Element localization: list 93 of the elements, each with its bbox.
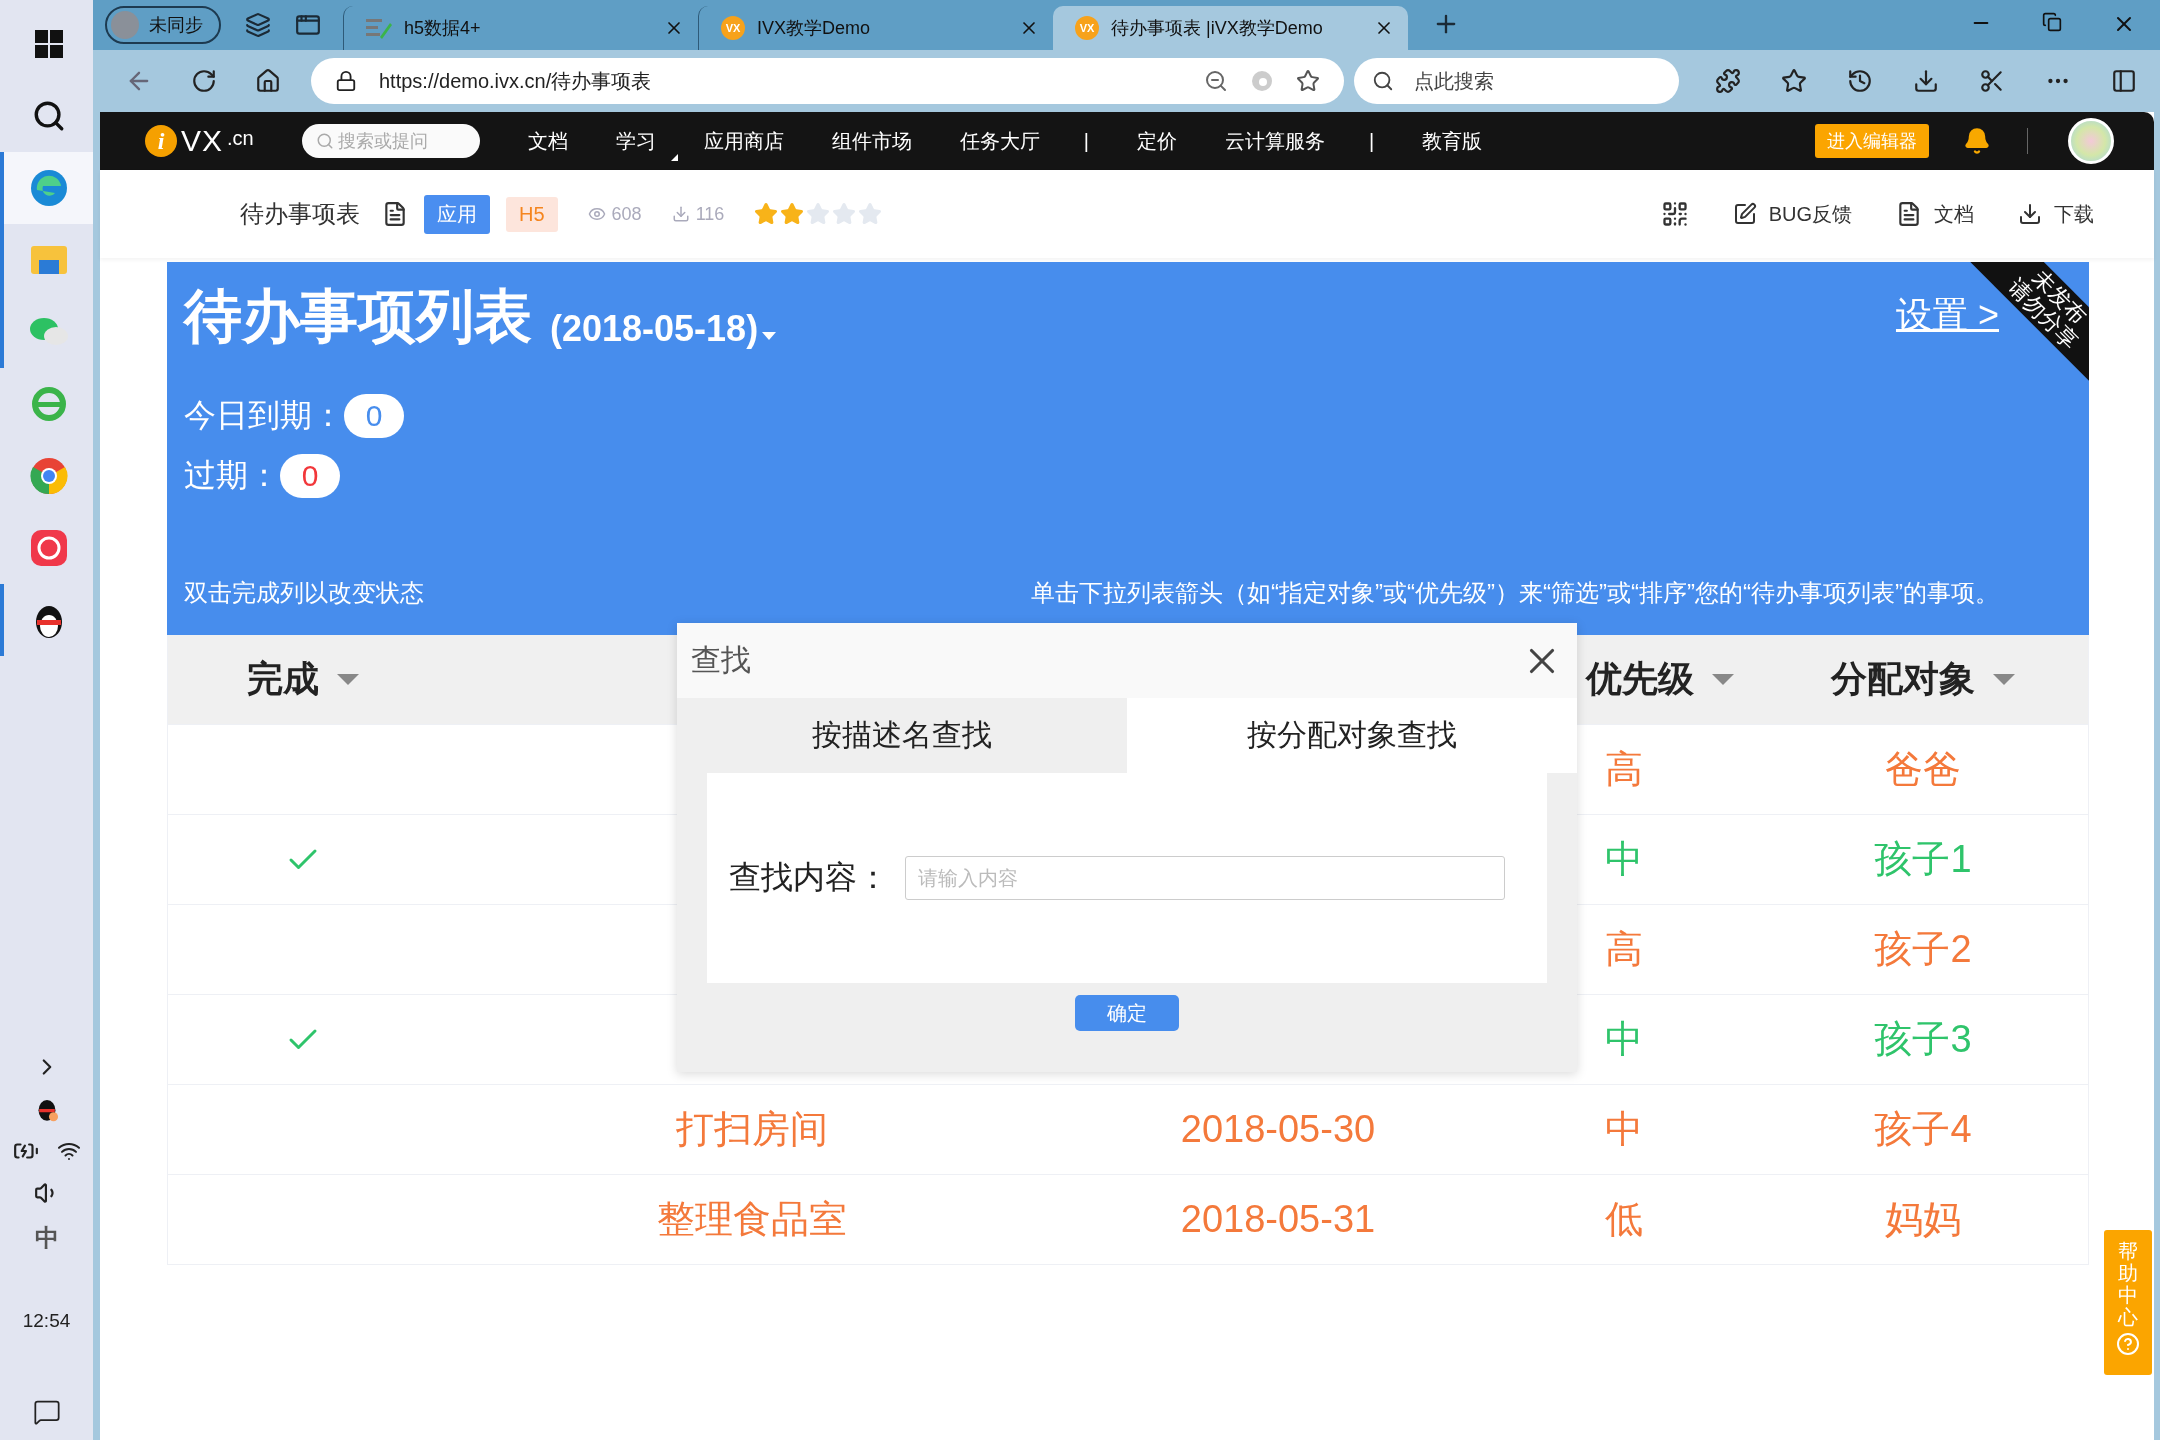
table-cell-text: 妈妈 — [1884, 1197, 1962, 1242]
tab-actions-icon[interactable] — [295, 12, 321, 38]
nav-link[interactable]: 文档 — [527, 127, 568, 155]
lock-icon — [335, 70, 357, 92]
table-cell-text: 2018-05-30 — [1179, 1108, 1377, 1151]
chrome-icon[interactable] — [28, 456, 69, 496]
collections-icon[interactable] — [245, 12, 271, 38]
nav-link[interactable]: 应用商店 — [703, 127, 784, 155]
avatar-icon — [111, 11, 139, 39]
table-cell-text: 2018-05-31 — [1179, 1198, 1377, 1241]
sidebar-icon[interactable] — [2111, 68, 2137, 94]
tag-label: H5 — [506, 196, 558, 232]
browser-tab[interactable]: VX 待办事项表 |iVX教学Demo — [1053, 6, 1408, 50]
nav-link[interactable]: 组件市场 — [831, 127, 912, 155]
table-cell-text: 中 — [1604, 1017, 1644, 1062]
download-icon[interactable] — [1913, 68, 1939, 94]
table-cell-text: 爸爸 — [1884, 747, 1962, 792]
table-cell-text: 低 — [1604, 1197, 1644, 1242]
nav-link[interactable]: 任务大厅 — [959, 127, 1040, 155]
download-count: 116 — [671, 203, 725, 225]
browser-app-icon[interactable] — [28, 168, 69, 208]
extensions-icon[interactable] — [1715, 68, 1741, 94]
clock[interactable]: 12:54 — [22, 1310, 71, 1332]
table-cell-text: 孩子2 — [1873, 927, 1973, 972]
toolbar-link[interactable]: BUG反馈 — [1732, 200, 1852, 228]
counter-label: 过期： — [184, 456, 280, 495]
edit-icon — [1732, 202, 1757, 226]
document-icon — [1896, 201, 1922, 227]
toolbar-link[interactable]: 文档 — [1896, 200, 1974, 228]
qr-code-icon[interactable] — [1660, 200, 1689, 228]
dialog-tab[interactable]: 按分配对象查找 — [1127, 698, 1577, 773]
logo-suffix[interactable]: .cn — [227, 127, 254, 150]
search-input[interactable]: 请输入内容 — [905, 856, 1505, 900]
app-title: 待办事项表 — [240, 199, 360, 229]
dialog-title: 查找 — [691, 642, 751, 678]
download-icon — [671, 205, 690, 223]
count-badge: 0 — [344, 394, 404, 438]
history-icon[interactable] — [1847, 68, 1873, 94]
table-cell-text: 孩子3 — [1873, 1017, 1973, 1062]
hint-text: 单击下拉列表箭头（如“指定对象”或“优先级”）来“筛选”或“排序”您的“待办事项列表”的事项。 — [1031, 578, 1999, 608]
favorite-star-icon[interactable] — [1296, 69, 1320, 93]
nav-separator: | — [1368, 129, 1375, 153]
notification-icon[interactable] — [32, 1398, 61, 1426]
count-badge: 0 — [280, 454, 340, 498]
input-method-indicator[interactable]: 中 — [34, 1222, 59, 1254]
sheet-icon — [366, 17, 392, 39]
help-icon — [2116, 1332, 2140, 1356]
toolbar-link[interactable]: 下载 — [2018, 200, 2094, 228]
table-cell-text: 中 — [1604, 837, 1644, 882]
address-bar[interactable]: https://demo.ivx.cn/待办事项表 — [311, 58, 1344, 104]
table-cell-text: 高 — [1604, 927, 1644, 972]
counter-label: 今日到期： — [184, 396, 344, 435]
home-icon[interactable] — [255, 68, 281, 94]
vx-logo-icon: VX — [721, 16, 745, 40]
nav-link[interactable]: 教育版 — [1422, 127, 1483, 155]
vx-logo-icon: VX — [1075, 16, 1099, 40]
field-label: 查找内容： — [729, 858, 889, 897]
restore-icon[interactable] — [2042, 12, 2062, 32]
zoom-out-icon[interactable] — [1204, 69, 1228, 93]
windows-start-icon[interactable] — [34, 30, 63, 58]
table-cell-text: 孩子4 — [1873, 1107, 1973, 1152]
view-count: 608 — [587, 203, 642, 225]
document-icon[interactable] — [382, 201, 408, 227]
table-cell-text: 高 — [1604, 747, 1644, 792]
browser-tab[interactable]: h5数据4+ — [343, 6, 698, 50]
table-cell-text: 打扫房间 — [675, 1107, 829, 1152]
caret-icon — [670, 153, 678, 161]
favorites-icon[interactable] — [1781, 68, 1807, 94]
user-avatar[interactable] — [2068, 118, 2114, 164]
search-icon — [315, 132, 334, 150]
search-field[interactable]: 点此搜索 — [1354, 58, 1679, 104]
column-header[interactable]: 完成 — [168, 655, 438, 704]
nav-separator: | — [1083, 129, 1089, 153]
table-cell-text: 整理食品室 — [656, 1197, 848, 1242]
table-cell-text: 孩子1 — [1873, 837, 1973, 882]
tag-label: 应用 — [424, 194, 490, 234]
search-icon — [1372, 70, 1394, 92]
hint-text: 双击完成列以改变状态 — [184, 578, 424, 608]
table-cell-text: 中 — [1604, 1107, 1644, 1152]
page-heading: 待办事项列表 — [184, 282, 532, 350]
app-icon[interactable] — [28, 528, 69, 568]
nav-link[interactable]: 学习 — [615, 127, 656, 155]
eye-icon — [587, 205, 606, 223]
nav-link[interactable]: 定价 — [1136, 127, 1177, 155]
refresh-icon[interactable] — [191, 68, 217, 94]
logo-text[interactable]: VX — [181, 124, 224, 158]
bell-icon[interactable] — [1963, 127, 1991, 155]
nav-link[interactable]: 云计算服务 — [1224, 127, 1325, 155]
profile-button[interactable]: 未同步 — [105, 6, 221, 44]
column-header[interactable]: 分配对象 — [1758, 655, 2088, 704]
screenshot-icon[interactable] — [1979, 68, 2005, 94]
browser-tab[interactable]: VX IVX教学Demo — [698, 6, 1053, 50]
download-icon — [2018, 202, 2042, 226]
